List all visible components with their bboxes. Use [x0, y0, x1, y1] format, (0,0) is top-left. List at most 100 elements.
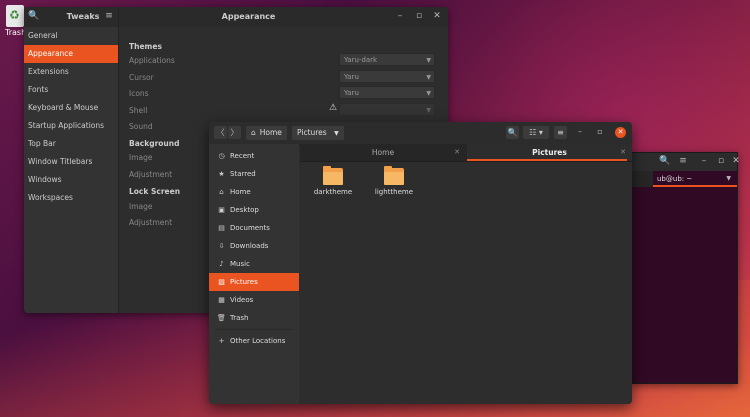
maximize-icon[interactable]: ▫: [413, 11, 425, 23]
sidebar-item-other-locations[interactable]: + Other Locations: [209, 332, 299, 350]
lock-screen-image-label: Image: [129, 202, 153, 211]
background-heading: Background: [129, 139, 180, 148]
sidebar-item-windows[interactable]: Windows: [24, 171, 118, 189]
terminal-tab-label: ub@ub: ~: [657, 175, 693, 183]
sidebar-item-label: Desktop: [230, 206, 259, 214]
document-icon: ▤: [218, 224, 225, 232]
terminal-tabbar: ub@ub: ~ ▼: [631, 171, 737, 187]
sidebar-item-desktop[interactable]: ▣ Desktop: [209, 201, 299, 219]
tab-pictures-label: Pictures: [532, 148, 567, 157]
sidebar-item-top-bar[interactable]: Top Bar: [24, 135, 118, 153]
tweaks-page-title: Appearance: [221, 12, 276, 21]
tab-home-label: Home: [371, 148, 395, 157]
plus-icon: +: [218, 337, 225, 345]
sidebar-item-keyboard-mouse[interactable]: Keyboard & Mouse: [24, 99, 118, 117]
sidebar-item-window-titlebars[interactable]: Window Titlebars: [24, 153, 118, 171]
sidebar-item-workspaces[interactable]: Workspaces: [24, 189, 118, 207]
icons-theme-value: Yaru: [344, 89, 359, 97]
terminal-tab-indicator: [653, 185, 737, 187]
clock-icon: ◷: [218, 152, 225, 160]
sidebar-item-startup-applications[interactable]: Startup Applications: [24, 117, 118, 135]
search-icon[interactable]: 🔍: [28, 11, 40, 23]
search-icon[interactable]: 🔍: [659, 156, 671, 166]
maximize-icon[interactable]: ▫: [715, 156, 727, 166]
folder-item-darktheme[interactable]: darktheme: [308, 166, 358, 196]
close-icon[interactable]: ✕: [431, 11, 443, 23]
folder-name: darktheme: [313, 188, 353, 196]
sidebar-item-extensions[interactable]: Extensions: [24, 63, 118, 81]
sidebar-item-music[interactable]: ♪ Music: [209, 255, 299, 273]
sidebar-item-starred[interactable]: ★ Starred: [209, 165, 299, 183]
folder-name: lighttheme: [374, 188, 414, 196]
sidebar-item-label: Music: [230, 260, 250, 268]
sidebar-item-fonts[interactable]: Fonts: [24, 81, 118, 99]
desktop-trash-label: Trash: [5, 28, 27, 37]
trash-icon: 🗑: [217, 314, 226, 322]
folder-icon: [323, 166, 343, 185]
sidebar-item-downloads[interactable]: ⇩ Downloads: [209, 237, 299, 255]
sidebar-item-documents[interactable]: ▤ Documents: [209, 219, 299, 237]
icons-label: Icons: [129, 89, 149, 98]
minimize-icon[interactable]: –: [698, 156, 710, 166]
sidebar-item-recent[interactable]: ◷ Recent: [209, 147, 299, 165]
sound-label: Sound: [129, 122, 153, 131]
close-tab-icon[interactable]: ✕: [454, 144, 460, 161]
breadcrumb-home-label: Home: [259, 128, 282, 137]
video-icon: ▦: [218, 296, 225, 304]
files-window: 〈 〉 ⌂ Home Pictures ▼ 🔍 ☷ ▾ ≡ – ▫ ✕ ◷ Rece…: [209, 122, 632, 404]
applications-theme-value: Yaru-dark: [344, 56, 378, 64]
applications-theme-select[interactable]: Yaru-dark ▼: [339, 53, 435, 66]
hamburger-menu-icon[interactable]: ≡: [677, 156, 689, 166]
sidebar-item-videos[interactable]: ▦ Videos: [209, 291, 299, 309]
warning-icon: ⚠: [329, 103, 338, 113]
home-icon: ⌂: [219, 188, 224, 196]
lock-screen-heading: Lock Screen: [129, 187, 181, 196]
minimize-icon[interactable]: –: [394, 11, 406, 23]
folder-item-lighttheme[interactable]: lighttheme: [369, 166, 419, 196]
chevron-down-icon: ▼: [426, 107, 431, 114]
home-icon: ⌂: [251, 128, 256, 137]
view-options-button[interactable]: ☷ ▾: [523, 126, 549, 139]
download-icon: ⇩: [218, 242, 225, 250]
shell-theme-select[interactable]: ▼: [339, 103, 435, 116]
terminal-window: 🔍 ≡ – ▫ ✕ ub@ub: ~ ▼: [630, 152, 740, 384]
minimize-icon[interactable]: –: [575, 127, 585, 136]
tab-home[interactable]: Home ✕: [300, 144, 466, 161]
sidebar-item-trash[interactable]: 🗑 Trash: [209, 309, 299, 327]
desktop-icon: ▣: [218, 206, 225, 214]
music-icon: ♪: [219, 260, 224, 268]
sidebar-item-label: Recent: [230, 152, 255, 160]
forward-button[interactable]: 〉: [228, 126, 241, 139]
close-button[interactable]: ✕: [615, 127, 626, 138]
background-image-label: Image: [129, 153, 153, 162]
back-button[interactable]: 〈: [214, 126, 227, 139]
hamburger-menu-icon[interactable]: ≡: [103, 11, 115, 23]
sidebar-item-label: Documents: [230, 224, 270, 232]
maximize-icon[interactable]: ▫: [595, 127, 605, 136]
files-sidebar: ◷ Recent ★ Starred ⌂ Home ▣ Desktop ▤ Documen…: [209, 144, 299, 404]
sidebar-item-label: Other Locations: [230, 337, 286, 345]
cursor-theme-select[interactable]: Yaru ▼: [339, 70, 435, 83]
files-content: Home ✕ Pictures ✕ darktheme lighttheme: [300, 144, 632, 404]
breadcrumb-current[interactable]: Pictures ▼: [292, 126, 344, 140]
sidebar-item-home[interactable]: ⌂ Home: [209, 183, 299, 201]
sidebar-item-appearance[interactable]: Appearance: [24, 45, 118, 63]
sidebar-item-general[interactable]: General: [24, 27, 118, 45]
background-adjustment-label: Adjustment: [129, 170, 173, 179]
sidebar-item-pictures[interactable]: ▨ Pictures: [209, 273, 299, 291]
sidebar-item-label: Home: [230, 188, 251, 196]
breadcrumb-home[interactable]: ⌂ Home: [246, 126, 287, 140]
chevron-down-icon: ▼: [426, 90, 431, 97]
shell-label: Shell: [129, 106, 148, 115]
files-tabbar: Home ✕ Pictures ✕: [300, 144, 632, 162]
sidebar-item-label: Starred: [230, 170, 256, 178]
hamburger-menu-icon[interactable]: ≡: [554, 126, 567, 139]
sidebar-item-label: Videos: [230, 296, 254, 304]
themes-heading: Themes: [129, 42, 162, 51]
close-icon[interactable]: ✕: [730, 156, 742, 166]
cursor-label: Cursor: [129, 73, 154, 82]
desktop-trash[interactable]: Trash: [5, 5, 27, 37]
icons-theme-select[interactable]: Yaru ▼: [339, 86, 435, 99]
search-button[interactable]: 🔍: [506, 126, 519, 139]
active-tab-indicator: [467, 159, 627, 161]
